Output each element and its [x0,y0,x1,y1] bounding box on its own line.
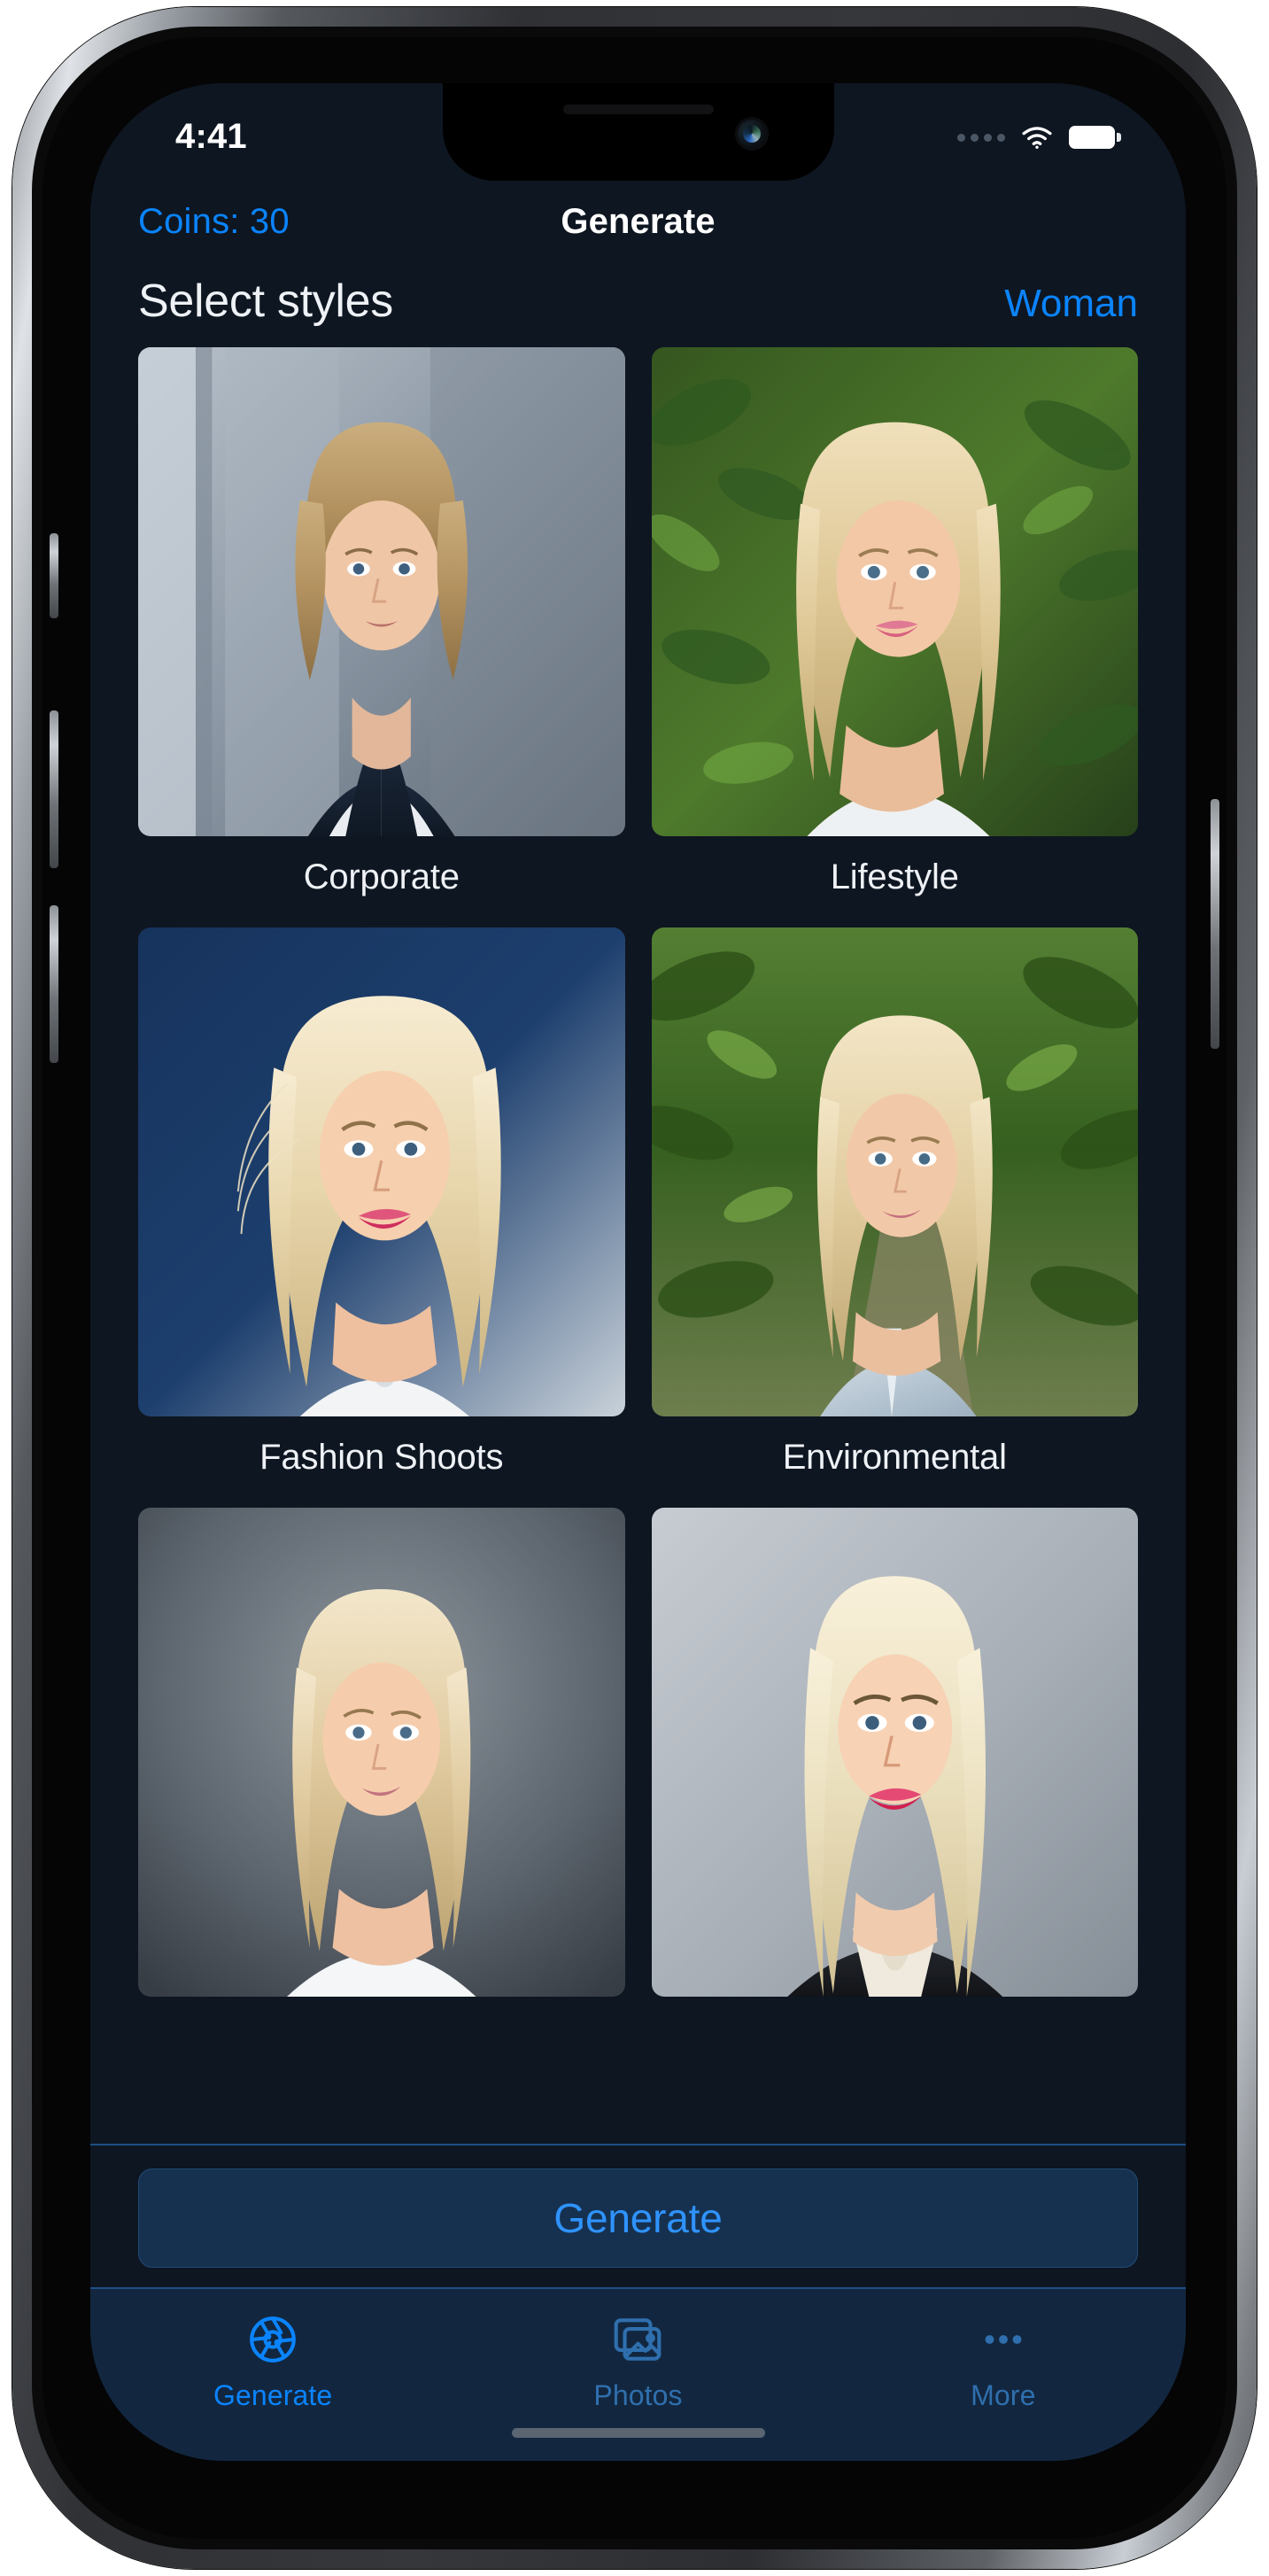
volume-up-button[interactable] [50,710,58,868]
status-bar-time: 4:41 [175,116,247,156]
coins-balance[interactable]: Coins: 30 [138,202,290,242]
silent-switch[interactable] [50,533,58,618]
section-title: Select styles [138,275,393,327]
style-thumbnail[interactable] [651,927,1138,1416]
style-card-label: Corporate [303,857,460,896]
phone-frame: Coins: 30 Generate Select styles Woman C… [12,7,1257,2569]
home-indicator[interactable] [511,2428,765,2438]
phone-screen: Coins: 30 Generate Select styles Woman C… [90,83,1186,2461]
styles-scroll-area[interactable]: Corporate Lifestyle Fashion Shoots Envir… [90,347,1186,2144]
generate-action-bar: Generate [90,2144,1186,2287]
style-thumbnail[interactable] [138,347,625,836]
style-card-environmental[interactable]: Environmental [651,927,1138,1501]
gender-filter-button[interactable]: Woman [1004,282,1138,326]
phone-frame-inner: Coins: 30 Generate Select styles Woman C… [32,27,1237,2549]
status-bar-icons [957,125,1121,150]
styles-grid: Corporate Lifestyle Fashion Shoots Envir… [138,347,1138,2041]
generate-button[interactable]: Generate [138,2169,1138,2268]
style-card-partial-right[interactable] [651,1508,1139,2041]
photo-stack-icon [615,2318,662,2361]
lifestyle-portrait-image [651,347,1138,836]
aperture-icon [250,2316,296,2363]
fashion-shoots-portrait-image [138,927,625,1416]
style-thumbnail[interactable] [138,1508,625,1997]
environmental-portrait-image [651,927,1138,1416]
signal-dots-icon [957,133,1005,142]
status-bar: 4:41 [90,83,1186,182]
tab-label: Generate [213,2379,333,2411]
tab-photos[interactable]: Photos [455,2312,820,2412]
tab-label: Photos [593,2379,683,2411]
ellipsis-icon [985,2335,1022,2344]
style-thumbnail[interactable] [651,1508,1138,1997]
screenshot-root: Coins: 30 Generate Select styles Woman C… [0,0,1269,2576]
tab-label: More [971,2379,1036,2411]
corporate-portrait-image [138,347,625,836]
style-thumbnail[interactable] [651,347,1138,836]
tab-generate[interactable]: Generate [90,2312,455,2412]
section-header: Select styles Woman [90,260,1186,347]
volume-down-button[interactable] [50,905,58,1063]
studio-portrait-image [138,1508,625,1997]
editorial-portrait-image [651,1508,1138,1997]
style-card-lifestyle[interactable]: Lifestyle [651,347,1138,920]
wifi-icon [1022,127,1052,149]
navigation-bar: Coins: 30 Generate [90,182,1186,260]
style-card-label: Fashion Shoots [259,1438,504,1477]
style-thumbnail[interactable] [138,927,625,1416]
style-card-corporate[interactable]: Corporate [138,347,625,920]
tab-more[interactable]: More [821,2312,1186,2412]
phone-bezel: Coins: 30 Generate Select styles Woman C… [43,37,1226,2539]
style-card-label [652,1997,1139,2041]
power-button[interactable] [1211,799,1219,1049]
style-card-label: Environmental [782,1438,1007,1477]
style-card-label: Lifestyle [830,857,959,896]
style-card-partial-left[interactable] [138,1508,625,2041]
style-card-label [138,1997,625,2041]
style-card-fashion-shoots[interactable]: Fashion Shoots [138,927,625,1501]
app-root: Coins: 30 Generate Select styles Woman C… [90,83,1186,2461]
battery-full-icon [1069,126,1121,149]
